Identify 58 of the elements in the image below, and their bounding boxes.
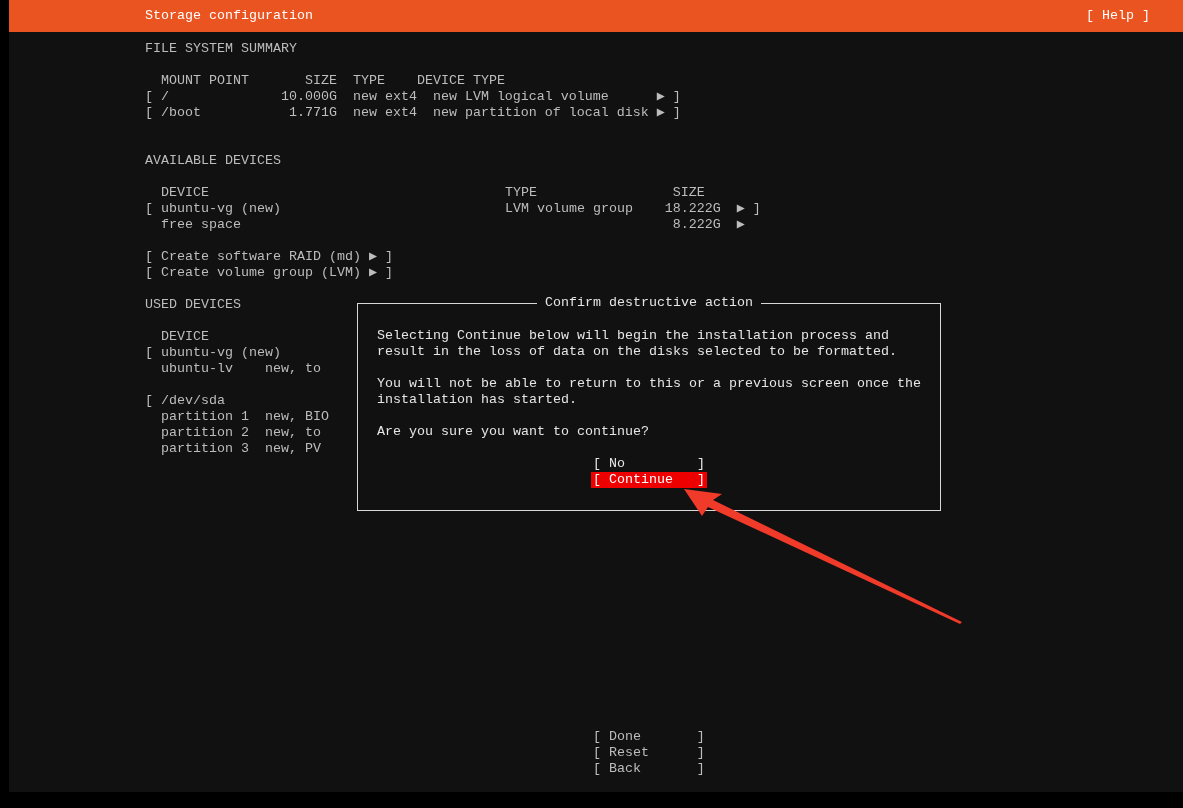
device-name[interactable]: /dev/sda: [161, 393, 225, 409]
device-name[interactable]: ubuntu-vg (new): [161, 345, 281, 361]
bracket-mark: [: [145, 393, 153, 408]
device-type-cell-text: new partition of local disk: [432, 105, 650, 121]
help-button[interactable]: [ Help ]: [1086, 8, 1150, 24]
column-header: SIZE: [672, 185, 705, 201]
device-name[interactable]: ubuntu-vg (new): [161, 201, 505, 217]
expand-arrow[interactable]: ▶: [656, 89, 673, 105]
mount-point[interactable]: /: [161, 89, 273, 105]
dialog-button[interactable]: [ No ]: [591, 456, 707, 472]
bracket-mark: ]: [672, 89, 681, 105]
type-cell-text: new ext4: [352, 89, 418, 105]
size-cell-text: 18.222G: [663, 201, 721, 217]
column-header: MOUNT POINT: [161, 73, 250, 89]
device-type-cell-text: new LVM logical volume: [432, 89, 610, 105]
device-name: partition 3: [161, 441, 250, 457]
bracket-mark: ]: [672, 105, 681, 121]
column-header: DEVICE: [161, 329, 209, 345]
column-header: DEVICE: [161, 185, 210, 201]
device-detail: new, to: [264, 425, 321, 441]
bracket-mark: [: [145, 105, 153, 120]
device-name: partition 1: [161, 409, 250, 425]
dialog-message: Selecting Continue below will begin the installation process and result in the loss of data on the disks selected to be formatted.: [377, 328, 898, 360]
screen-title: Storage configuration: [145, 8, 313, 24]
device-detail: new, to: [264, 361, 321, 377]
dialog-button[interactable]: [ Continue ]: [591, 472, 707, 488]
action-button[interactable]: [ Create software RAID (md) ▶ ]: [145, 249, 393, 265]
section-heading: AVAILABLE DEVICES: [145, 153, 281, 169]
expand-arrow[interactable]: ▶: [736, 201, 753, 217]
footer-button[interactable]: [ Done ]: [592, 729, 705, 745]
size-cell-text: 8.222G: [671, 217, 721, 233]
column-header: SIZE: [303, 73, 338, 89]
device-name: partition 2: [161, 425, 250, 441]
expand-arrow[interactable]: ▶: [736, 217, 753, 233]
bracket-mark: [: [145, 89, 153, 104]
type-cell-text: new ext4: [352, 105, 418, 121]
bracket-mark: ]: [752, 201, 761, 217]
column-header: DEVICE TYPE: [416, 73, 505, 89]
dialog-message: Are you sure you want to continue?: [377, 424, 650, 440]
dialog-message: You will not be able to return to this or a previous screen once the installation has started.: [377, 376, 921, 408]
size-cell-text: 10.000G: [279, 89, 337, 105]
footer-button[interactable]: [ Back ]: [592, 761, 705, 777]
device-name: ubuntu-lv: [161, 361, 234, 377]
expand-arrow[interactable]: ▶: [656, 105, 673, 121]
device-detail: new, BIO: [264, 409, 329, 425]
size-cell-text: 1.771G: [287, 105, 337, 121]
type-cell: LVM volume group: [504, 201, 633, 216]
device-name[interactable]: free space: [161, 217, 505, 233]
device-detail: new, PV: [264, 441, 321, 457]
column-header: TYPE: [504, 185, 538, 201]
action-button[interactable]: [ Create volume group (LVM) ▶ ]: [145, 265, 393, 281]
footer-button[interactable]: [ Reset ]: [592, 745, 705, 761]
section-heading: USED DEVICES: [145, 297, 241, 313]
section-heading: FILE SYSTEM SUMMARY: [145, 41, 297, 57]
bracket-mark: [: [145, 345, 153, 360]
column-header: TYPE: [352, 73, 386, 89]
bracket-mark: [: [145, 201, 153, 216]
mount-point[interactable]: /boot: [161, 105, 273, 121]
